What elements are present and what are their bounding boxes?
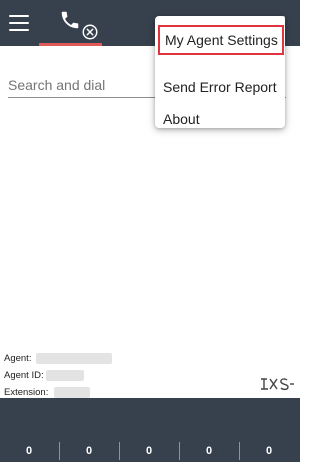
menu-item-my-agent-settings[interactable]: My Agent Settings: [158, 25, 284, 55]
agent-id-label: Agent ID:: [4, 370, 44, 381]
redacted-agent-name: [36, 353, 112, 364]
stat-value: 0: [25, 445, 33, 457]
stat-divider: [239, 442, 240, 460]
menu-item-about[interactable]: About: [155, 104, 285, 134]
vendor-logo: [261, 378, 294, 391]
stat-value: 0: [145, 445, 153, 457]
softphone-app: My Agent Settings Send Error Report Abou…: [0, 0, 300, 462]
stat-divider: [179, 442, 180, 460]
redacted-extension: [54, 387, 90, 398]
close-circle-icon: [82, 24, 98, 40]
hamburger-icon[interactable]: [9, 15, 29, 31]
extension-label: Extension:: [4, 387, 49, 398]
phone-icon: [61, 11, 79, 29]
active-tab-underline: [39, 43, 102, 46]
agent-id-row: Agent ID:: [4, 367, 84, 384]
stats-bar: 0 0 0 0 0: [0, 398, 300, 462]
overflow-menu: My Agent Settings Send Error Report Abou…: [155, 16, 285, 128]
stat-divider: [119, 442, 120, 460]
agent-info: Agent: Agent ID: Extension:: [4, 350, 112, 401]
tab-phone[interactable]: [39, 0, 102, 46]
stat-value: 0: [265, 445, 273, 457]
agent-row: Agent:: [4, 350, 112, 367]
redacted-agent-id: [46, 370, 84, 381]
stat-divider: [59, 442, 60, 460]
stat-value: 0: [85, 445, 93, 457]
menu-item-send-error-report[interactable]: Send Error Report: [155, 72, 285, 102]
agent-label: Agent:: [4, 353, 32, 364]
stat-value: 0: [205, 445, 213, 457]
